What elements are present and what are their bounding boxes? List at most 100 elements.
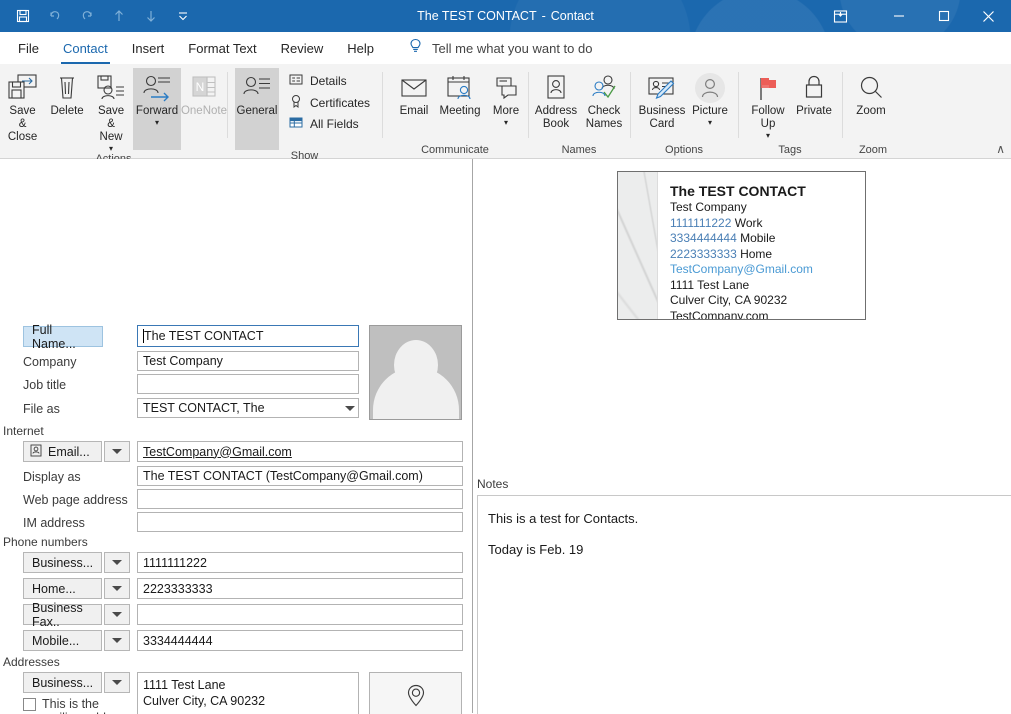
phone-type-business-fax-chevron-down-icon[interactable] (104, 604, 130, 625)
full-name-button[interactable]: Full Name... (23, 323, 103, 351)
more-button[interactable]: More ▾ (484, 68, 528, 127)
contact-card-icon (30, 444, 42, 460)
business-card-address-line1: 1111 Test Lane (670, 277, 750, 292)
email-input[interactable]: TestCompany@Gmail.com (137, 441, 463, 462)
general-button[interactable]: General (235, 68, 279, 150)
contact-photo-placeholder[interactable] (369, 325, 462, 420)
mailing-address-checkbox[interactable] (23, 698, 36, 711)
next-item-icon[interactable] (136, 3, 166, 29)
undo-icon[interactable] (40, 3, 70, 29)
phone-type-business-chevron-down-icon[interactable] (104, 552, 130, 573)
phone-business-input[interactable]: 1111111222 (137, 552, 463, 573)
ribbon-group-communicate-label: Communicate (421, 143, 489, 156)
phone-type-business-label: Business... (32, 555, 94, 570)
more-chevron-down-icon[interactable]: ▾ (504, 118, 508, 127)
notes-editor[interactable]: This is a test for Contacts. Today is Fe… (477, 495, 1011, 714)
meeting-button[interactable]: Meeting (436, 68, 484, 118)
notes-paragraph-1: This is a test for Contacts. (488, 511, 639, 526)
all-fields-button[interactable]: All Fields (287, 115, 374, 133)
svg-text:N: N (196, 80, 205, 94)
email-type-chevron-down-icon[interactable] (104, 441, 130, 462)
file-as-combobox[interactable]: TEST CONTACT, The (137, 398, 359, 418)
previous-item-icon[interactable] (104, 3, 134, 29)
meeting-icon (445, 71, 475, 105)
im-address-input[interactable] (137, 512, 463, 532)
save-icon[interactable] (8, 3, 38, 29)
forward-chevron-down-icon[interactable]: ▾ (155, 118, 159, 127)
follow-up-flag-icon (755, 71, 781, 105)
redo-icon[interactable] (72, 3, 102, 29)
picture-chevron-down-icon[interactable]: ▾ (708, 118, 712, 127)
certificates-button[interactable]: Certificates (287, 93, 374, 112)
file-as-label: File as (23, 402, 60, 416)
phone-home-input[interactable]: 2223333333 (137, 578, 463, 599)
address-line-1: 1111 Test Lane (143, 678, 226, 692)
business-card-phone-home-number: 2223333333 (670, 246, 737, 261)
business-card-preview[interactable]: The TEST CONTACT Test Company 1111111222… (617, 171, 866, 320)
ribbon-group-tags-label: Tags (778, 143, 802, 156)
phone-mobile-input[interactable]: 3334444444 (137, 630, 463, 651)
close-button[interactable] (966, 0, 1011, 32)
display-as-input[interactable]: The TEST CONTACT (TestCompany@Gmail.com) (137, 466, 463, 486)
follow-up-chevron-down-icon[interactable]: ▾ (766, 131, 770, 140)
tab-insert[interactable]: Insert (120, 32, 177, 64)
phone-business-fax-input[interactable] (137, 604, 463, 625)
phone-type-mobile-button[interactable]: Mobile... (23, 630, 102, 651)
tab-file[interactable]: File (6, 32, 51, 64)
ribbon: Save & Close Delete Save & New ▾ Forward… (0, 64, 1011, 165)
zoom-magnifier-icon (857, 71, 885, 105)
map-it-button[interactable]: Map It (369, 672, 462, 714)
meeting-label: Meeting (439, 105, 481, 117)
phone-type-business-button[interactable]: Business... (23, 552, 102, 573)
full-name-input[interactable]: The TEST CONTACT (137, 325, 359, 347)
forward-button[interactable]: Forward ▾ (133, 68, 181, 150)
chevron-down-glyph (112, 680, 122, 685)
tab-contact[interactable]: Contact (51, 32, 120, 64)
business-card-phone-work-tag: Work (731, 215, 763, 230)
check-names-button[interactable]: Check Names (580, 68, 628, 131)
address-type-button[interactable]: Business... (23, 672, 102, 693)
ribbon-display-options-icon[interactable] (820, 0, 860, 32)
tell-me-search[interactable]: Tell me what you want to do (386, 32, 592, 64)
save-and-new-chevron-down-icon[interactable]: ▾ (109, 144, 113, 153)
tab-review[interactable]: Review (269, 32, 336, 64)
address-textarea[interactable]: 1111 Test Lane Culver City, CA 90232 (137, 672, 359, 714)
phone-type-business-fax-button[interactable]: Business Fax.. (23, 601, 102, 629)
phone-business-value: 1111111222 (143, 555, 207, 570)
zoom-button[interactable]: Zoom (848, 68, 894, 118)
tab-format-text[interactable]: Format Text (176, 32, 268, 64)
maximize-button[interactable] (921, 0, 966, 32)
web-page-address-input[interactable] (137, 489, 463, 509)
company-label: Company (23, 355, 77, 369)
delete-button[interactable]: Delete (45, 68, 89, 118)
address-book-button[interactable]: Address Book (532, 68, 580, 131)
email-button[interactable]: Email (392, 68, 436, 118)
private-button[interactable]: Private (792, 68, 836, 118)
collapse-ribbon-icon[interactable]: ∧ (996, 142, 1005, 156)
minimize-button[interactable] (876, 0, 921, 32)
follow-up-button[interactable]: Follow Up ▾ (744, 68, 792, 140)
phone-type-home-button[interactable]: Home... (23, 578, 102, 599)
job-title-input[interactable] (137, 374, 359, 394)
contact-form-body: Full Name... The TEST CONTACT Company Te… (0, 159, 1011, 714)
window-title-main: The TEST CONTACT (417, 9, 537, 23)
phone-home-value: 2223333333 (143, 581, 213, 596)
customize-quick-access-toolbar-icon[interactable] (168, 3, 198, 29)
forward-label: Forward (135, 105, 179, 117)
business-card-phone-mobile-tag: Mobile (736, 231, 776, 245)
picture-button[interactable]: Picture ▾ (688, 68, 732, 127)
phone-type-mobile-chevron-down-icon[interactable] (104, 630, 130, 651)
email-type-button[interactable]: Email... (23, 441, 102, 462)
all-fields-label: All Fields (310, 117, 359, 131)
address-type-chevron-down-icon[interactable] (104, 672, 130, 693)
general-icon (242, 71, 272, 105)
business-card-button[interactable]: Business Card (636, 68, 688, 131)
save-and-close-icon (6, 71, 40, 105)
company-input[interactable]: Test Company (137, 351, 359, 371)
phone-type-home-chevron-down-icon[interactable] (104, 578, 130, 599)
file-as-chevron-down-icon[interactable] (345, 406, 355, 411)
details-button[interactable]: Details (287, 72, 374, 90)
tab-help[interactable]: Help (335, 32, 386, 64)
save-and-close-button[interactable]: Save & Close (0, 68, 45, 144)
save-and-new-button[interactable]: Save & New ▾ (89, 68, 133, 153)
